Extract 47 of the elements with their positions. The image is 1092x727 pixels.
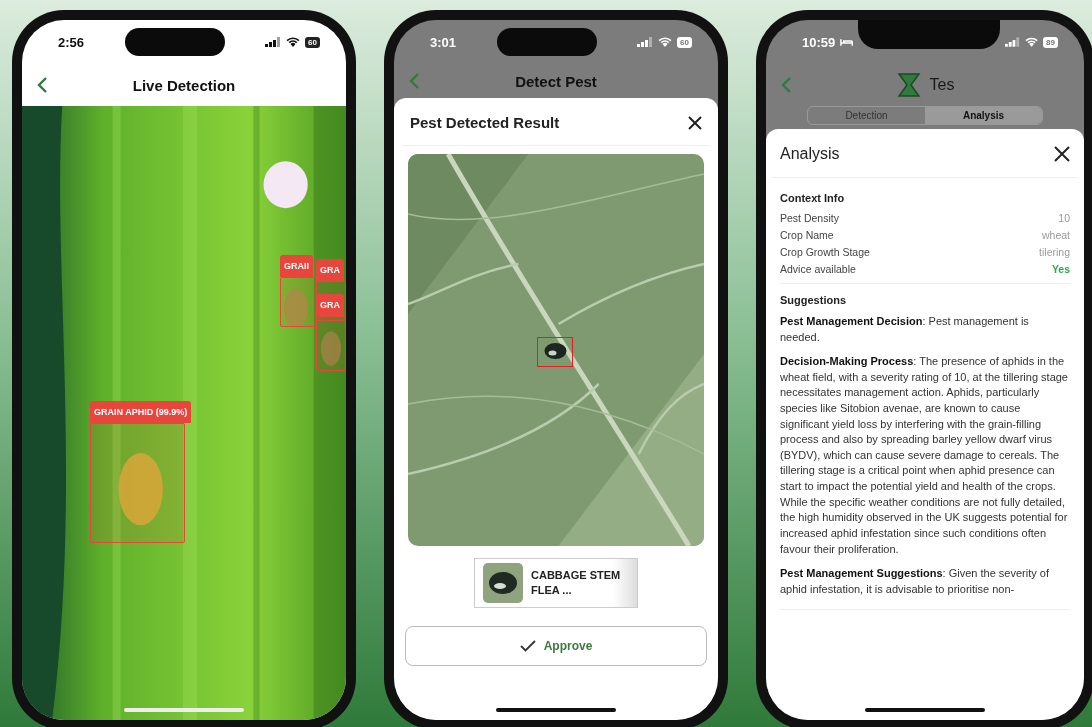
status-time: 2:56 xyxy=(58,34,85,50)
detection-label: GRA xyxy=(316,259,344,281)
hourglass-icon xyxy=(895,72,922,98)
section-heading: Suggestions xyxy=(780,294,847,306)
wifi-icon xyxy=(1024,37,1039,47)
pest-chip[interactable]: CABBAGE STEM FLEA ... xyxy=(474,558,638,608)
status-time: 3:01 xyxy=(430,34,457,50)
suggestion-paragraph: Pest Management Decision: Pest management is needed. xyxy=(780,314,1030,345)
bed-icon xyxy=(840,37,854,47)
close-icon[interactable] xyxy=(1054,146,1070,162)
detection-box xyxy=(280,277,317,327)
detection-label: GRAIN APHID (99.9%) xyxy=(90,401,192,423)
info-value: tilering xyxy=(1039,246,1070,258)
tab[interactable]: Analysis xyxy=(925,107,1042,124)
status-time: 10:59 xyxy=(802,34,836,50)
info-value: wheat xyxy=(1041,229,1070,241)
pest-name: CABBAGE STEM FLEA ... xyxy=(531,567,622,598)
info-label: Advice available xyxy=(780,263,856,275)
detection-box xyxy=(537,337,573,367)
screen-title: Live Detection xyxy=(132,76,236,94)
info-value: Yes xyxy=(1051,263,1070,275)
sheet-title: Pest Detected Result xyxy=(410,114,560,131)
wifi-icon xyxy=(658,37,673,47)
signal-icon xyxy=(265,37,282,47)
info-value: 10 xyxy=(1058,212,1070,224)
info-label: Pest Density xyxy=(780,212,839,224)
battery-level: 60 xyxy=(305,36,320,48)
suggestion-paragraph: Pest Management Suggestions: Given the severity of aphid infestation, it is advisable to prioritise non- xyxy=(780,566,1050,597)
battery-level: 60 xyxy=(677,36,692,48)
signal-icon xyxy=(1004,37,1020,47)
suggestion-paragraph: Decision-Making Process: The presence of aphids in the wheat field, with a severity rating of 10, at the tillering stage necessitates management action. Aphids, particularly species like Sitobion avenae, are known to cause significant yield loss by interfering with the grain-filling process and also by spreading barley yellow dwarf virus (BYDV), which can cause severe damage to cereals. The tillering stage is a critical point when aphid presence can start to impact the potential yield and health of the crops. While the specific weather conditions are not fully detailed, the high humidity observed in the UK suggests potential for increased aphid infestation since such conditions often favour their proliferation. xyxy=(780,354,1069,557)
info-label: Crop Growth Stage xyxy=(780,246,870,258)
sheet-title: Analysis xyxy=(780,145,840,163)
info-label: Crop Name xyxy=(780,229,834,241)
section-heading: Context Info xyxy=(780,192,846,204)
signal-icon xyxy=(637,37,654,47)
detection-label: GRA xyxy=(316,294,344,316)
checkmark-icon xyxy=(519,640,536,652)
wifi-icon xyxy=(286,37,301,47)
close-icon[interactable] xyxy=(688,115,702,130)
battery-level: 89 xyxy=(1043,36,1058,48)
detection-box xyxy=(316,316,346,371)
approve-button[interactable]: Approve xyxy=(405,626,707,666)
back-icon[interactable] xyxy=(36,76,48,94)
detection-label: GRAII xyxy=(280,255,313,277)
screen-title: Detect Pest xyxy=(515,72,597,90)
screen-title: Tes xyxy=(929,76,955,94)
